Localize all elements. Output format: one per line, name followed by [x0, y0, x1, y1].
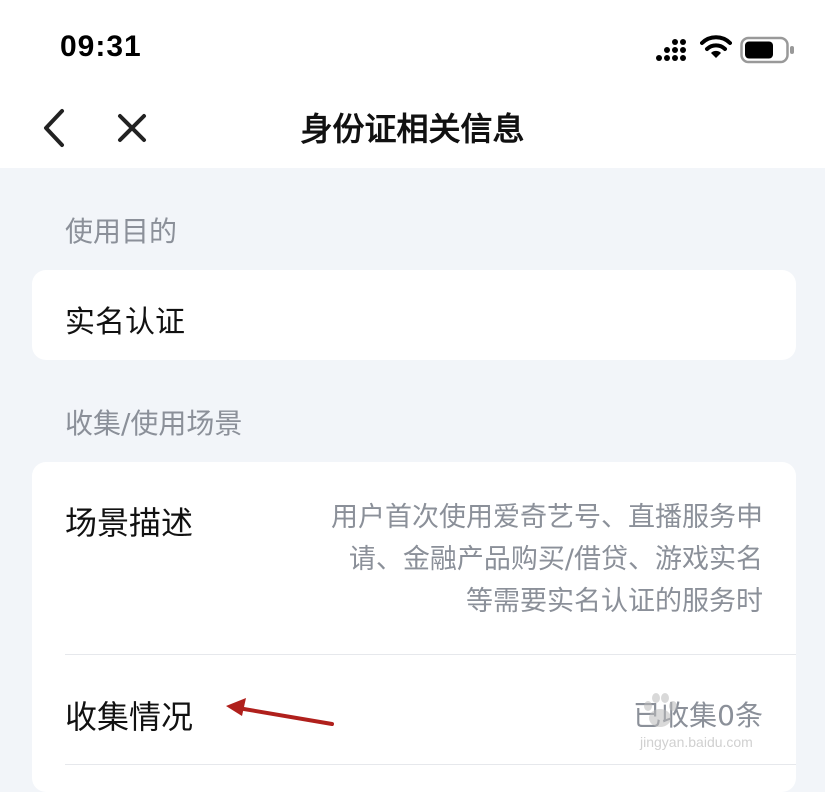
scene-description-text: 用户首次使用爱奇艺号、直播服务申 请、金融产品购买/借贷、游戏实名 等需要实名认… [263, 497, 763, 623]
watermark-text: jingyan.baidu.com [640, 734, 753, 750]
wifi-icon [700, 35, 732, 58]
purpose-value: 实名认证 [65, 305, 185, 340]
purpose-section-label: 使用目的 [65, 215, 178, 248]
scene-description-label: 场景描述 [65, 504, 194, 542]
scene-description-line: 用户首次使用爱奇艺号、直播服务申 [331, 502, 763, 533]
scene-description-line: 请、金融产品购买/借贷、游戏实名 [348, 544, 763, 575]
annotation-arrow-icon [226, 698, 334, 726]
divider [65, 654, 796, 655]
scene-description-line: 等需要实名认证的服务时 [466, 586, 763, 617]
baidu-paw-logo-icon [644, 693, 677, 727]
scene-section-label: 收集/使用场景 [65, 407, 243, 440]
header: 09:31 身份证相关信息 [0, 0, 825, 168]
page-title: 身份证相关信息 [300, 110, 525, 148]
signal-icon [656, 39, 686, 61]
battery-icon [740, 36, 794, 64]
status-time: 09:31 [60, 30, 142, 63]
watermark: jingyan.baidu.com [618, 660, 818, 770]
purpose-card: 实名认证 [32, 270, 796, 360]
collection-label: 收集情况 [65, 698, 194, 736]
